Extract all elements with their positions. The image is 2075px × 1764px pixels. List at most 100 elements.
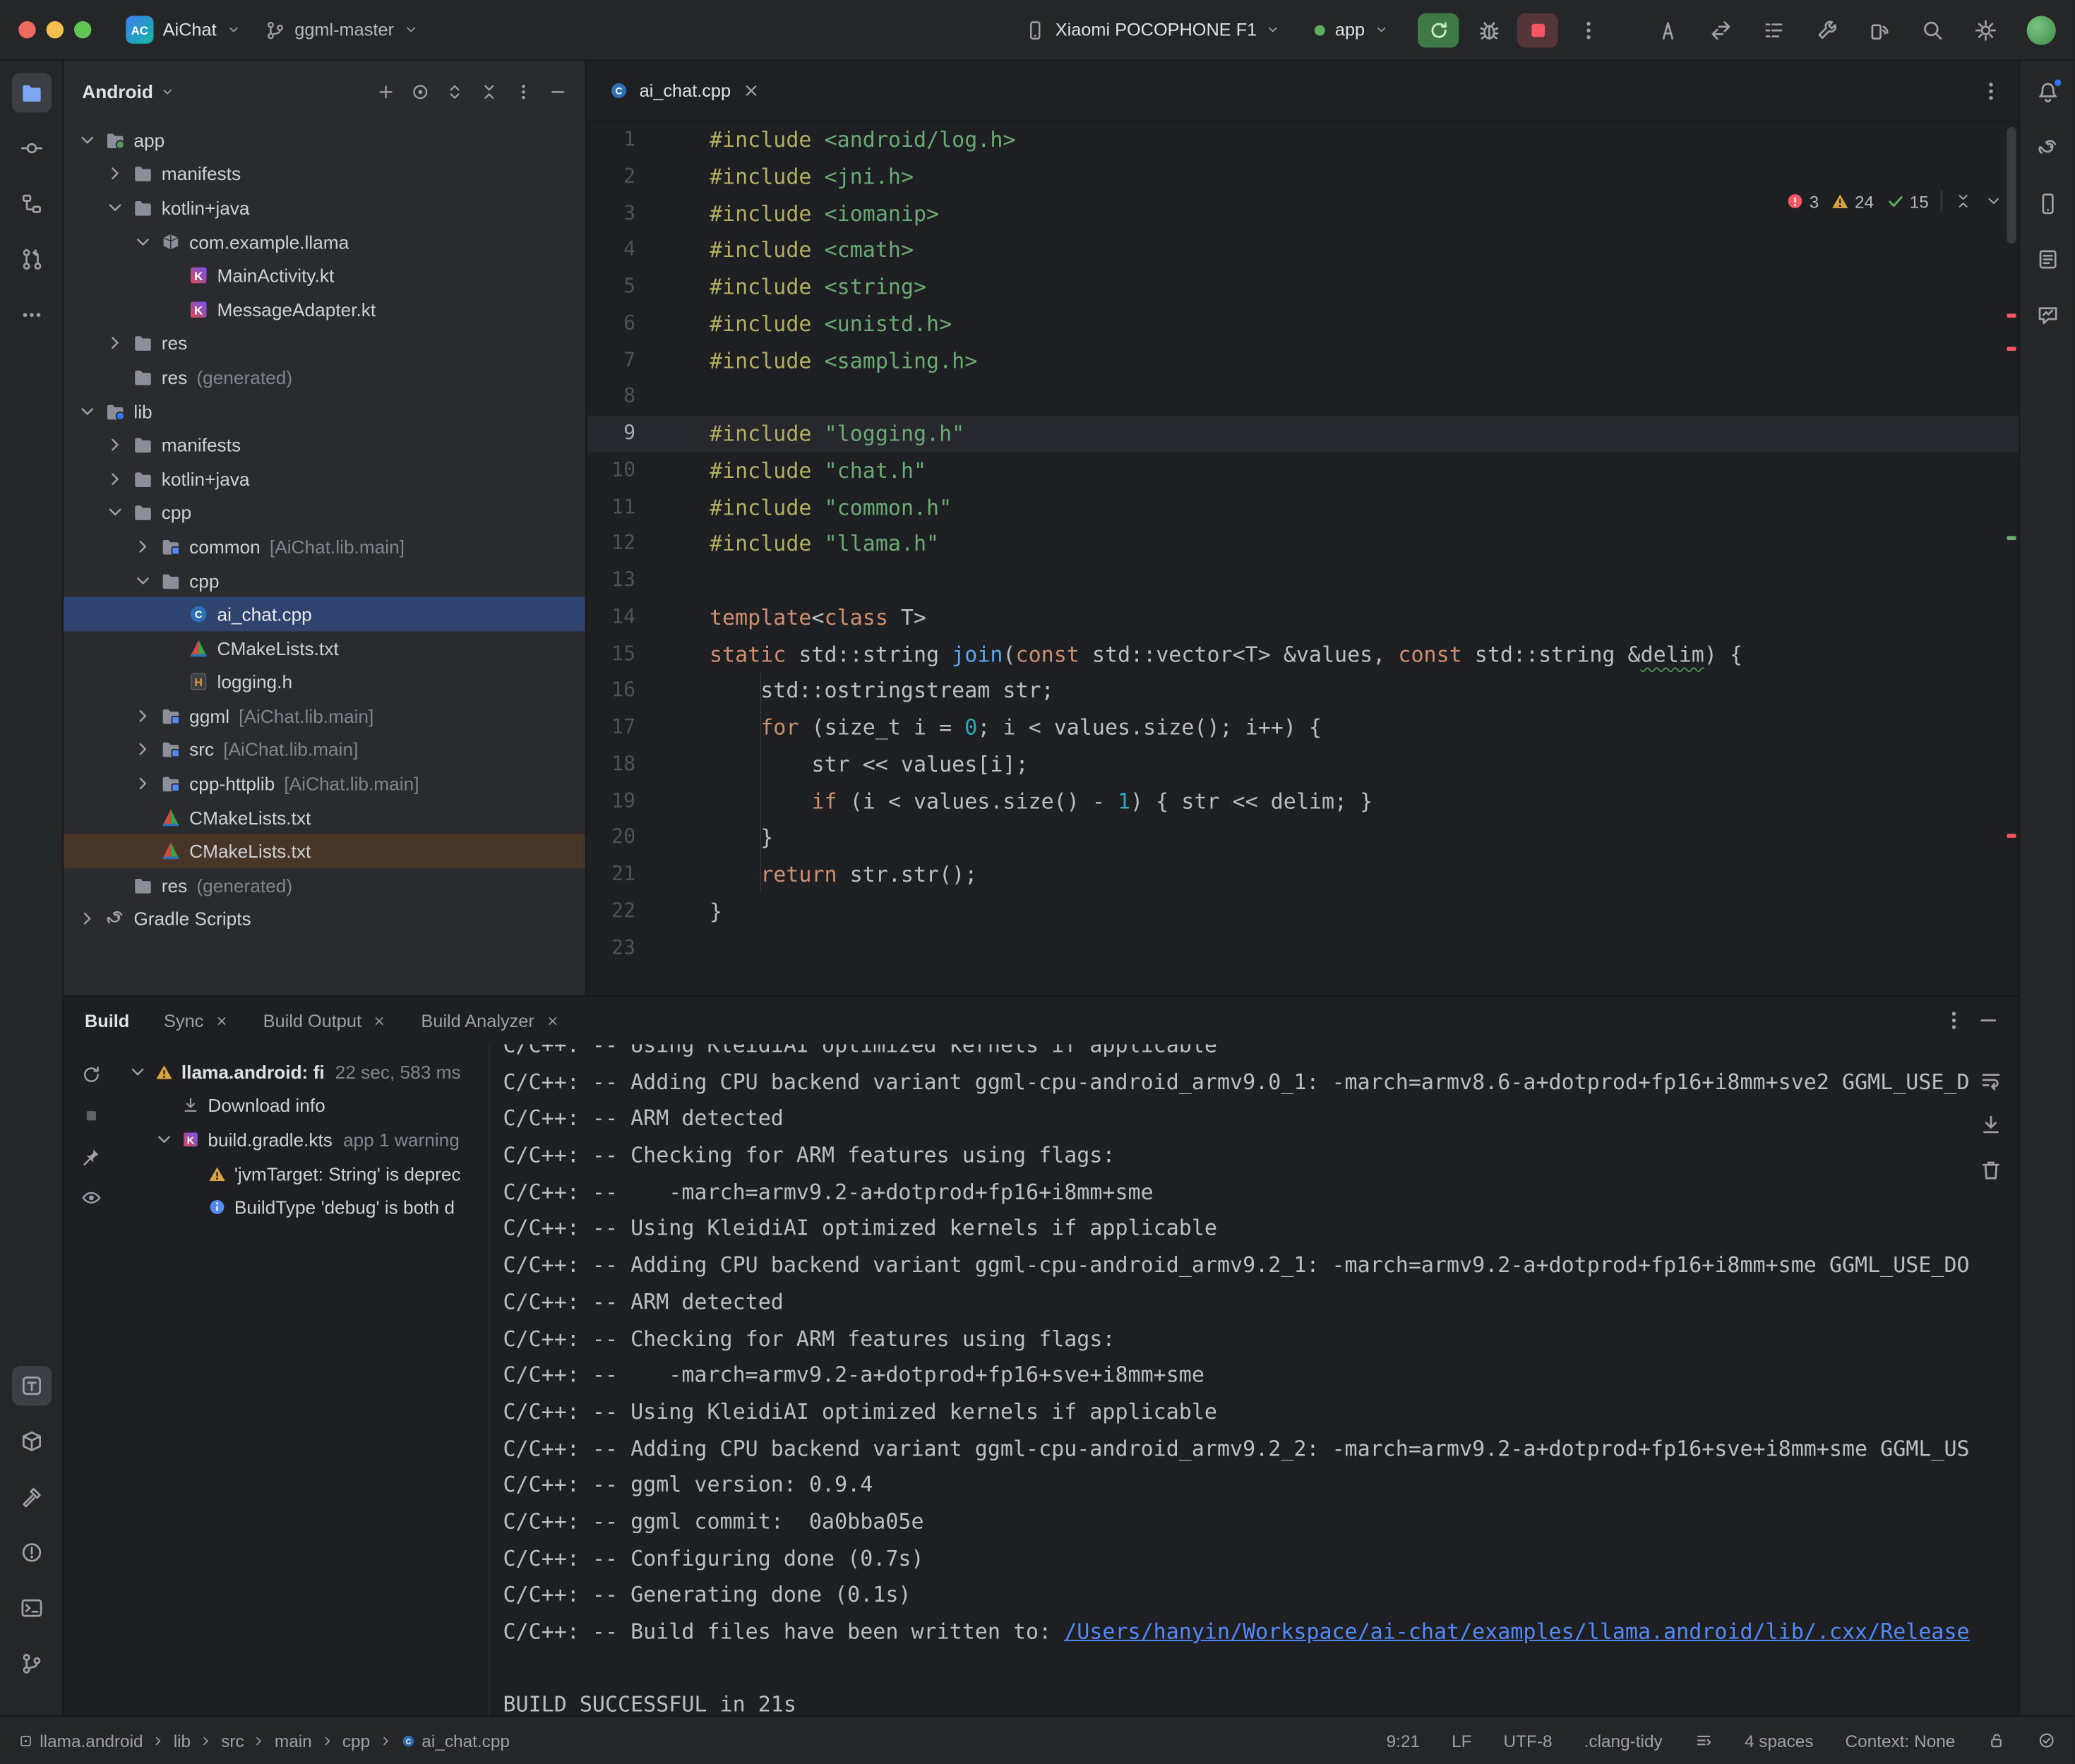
app-insights-button[interactable]: [2028, 295, 2067, 335]
project-tree-item[interactable]: Cai_chat.cpp: [64, 597, 585, 631]
build-tree-item[interactable]: BuildType 'debug' is both d: [124, 1190, 489, 1224]
project-tree-item[interactable]: manifests: [64, 157, 585, 191]
code-line[interactable]: [710, 379, 2000, 416]
chevron-down-icon[interactable]: [154, 1129, 178, 1150]
run-button[interactable]: [1418, 13, 1459, 47]
code-line[interactable]: }: [710, 820, 2000, 856]
breadcrumb-item[interactable]: src: [221, 1731, 244, 1751]
target-button[interactable]: [402, 74, 437, 109]
kebab-button[interactable]: [506, 74, 540, 109]
line-number[interactable]: 18: [588, 746, 705, 783]
line-number[interactable]: 19: [588, 783, 705, 820]
code-line[interactable]: #include "logging.h": [710, 416, 2000, 452]
search-button[interactable]: [1913, 10, 1952, 49]
project-tree-item[interactable]: com.example.llama: [64, 224, 585, 258]
project-tree-item[interactable]: kotlin+java: [64, 462, 585, 496]
line-number[interactable]: 2: [588, 159, 705, 196]
line-number[interactable]: 14: [588, 599, 705, 636]
line-number[interactable]: 12: [588, 526, 705, 563]
build-tab-build[interactable]: Build: [85, 1011, 129, 1031]
project-tree-item[interactable]: KMessageAdapter.kt: [64, 292, 585, 326]
status-inspections-status[interactable]: [2038, 1732, 2056, 1750]
code-line[interactable]: #include <unistd.h>: [710, 306, 2000, 342]
status-line-separator[interactable]: LF: [1452, 1731, 1471, 1751]
scroll-end-button[interactable]: [1974, 1108, 2009, 1142]
project-tree-item[interactable]: manifests: [64, 428, 585, 462]
typos-indicator[interactable]: 15: [1886, 191, 1929, 211]
status-caret-position[interactable]: 9:21: [1387, 1731, 1420, 1751]
project-tree-item[interactable]: ggml[AiChat.lib.main]: [64, 699, 585, 733]
logcat-button[interactable]: [2028, 239, 2067, 279]
project-tree-item[interactable]: res: [64, 326, 585, 360]
commit-button[interactable]: [11, 128, 51, 168]
chevron-right-icon[interactable]: [133, 705, 157, 726]
code-line[interactable]: #include "llama.h": [710, 526, 2000, 563]
minimize-window-button[interactable]: [47, 21, 64, 38]
code-line[interactable]: #include <cmath>: [710, 232, 2000, 269]
build-tree-item[interactable]: Kbuild.gradle.ktsapp 1 warning: [124, 1122, 489, 1156]
line-number[interactable]: 22: [588, 893, 705, 930]
ai-assistant-button[interactable]: [1648, 10, 1687, 49]
breadcrumb-item[interactable]: main: [275, 1731, 312, 1751]
line-number[interactable]: 9: [588, 416, 705, 452]
project-tree-item[interactable]: KMainActivity.kt: [64, 258, 585, 292]
line-number[interactable]: 5: [588, 269, 705, 306]
next-problem-icon[interactable]: [1985, 192, 2003, 210]
code-line[interactable]: #include <jni.h>: [710, 159, 2000, 196]
line-number[interactable]: 17: [588, 709, 705, 746]
device-manager-button[interactable]: [2028, 184, 2067, 224]
pull-requests-button[interactable]: [11, 239, 51, 279]
warnings-indicator[interactable]: 24: [1831, 191, 1874, 211]
status-lock[interactable]: [1987, 1732, 2005, 1750]
collapse-all-button[interactable]: [472, 74, 506, 109]
build-tools-button[interactable]: [1807, 10, 1846, 49]
project-selector[interactable]: AC AiChat: [126, 16, 240, 44]
chevron-right-icon[interactable]: [77, 908, 101, 930]
project-tree-item[interactable]: cpp: [64, 496, 585, 529]
notifications-button[interactable]: [2028, 73, 2067, 112]
line-number[interactable]: 16: [588, 673, 705, 709]
console-link[interactable]: /Users/hanyin/Workspace/ai-chat/examples…: [1064, 1619, 1969, 1644]
project-tree-item[interactable]: app: [64, 123, 585, 157]
stripe-mark[interactable]: [2007, 536, 2016, 540]
gradle-button[interactable]: [2028, 128, 2067, 168]
device-selector[interactable]: Xiaomi POCOPHONE F1: [1025, 19, 1281, 40]
build-tab-sync[interactable]: Sync: [164, 1011, 229, 1031]
minus-button[interactable]: [540, 74, 575, 109]
project-button[interactable]: [11, 73, 51, 112]
code-line[interactable]: #include <android/log.h>: [710, 122, 2000, 159]
close-icon[interactable]: [741, 80, 761, 100]
build-tree-item[interactable]: Download info: [124, 1088, 489, 1122]
code-line[interactable]: for (size_t i = 0; i < values.size(); i+…: [710, 709, 2000, 746]
build-console[interactable]: C/C++: -- Using KleidiAI optimized kerne…: [490, 1044, 2019, 1715]
code-line[interactable]: #include <sampling.h>: [710, 342, 2000, 379]
chevron-right-icon[interactable]: [104, 468, 128, 489]
project-tree-item[interactable]: kotlin+java: [64, 191, 585, 224]
profile-avatar[interactable]: [2027, 16, 2056, 44]
code-line[interactable]: static std::string join(const std::vecto…: [710, 636, 2000, 673]
settings-button[interactable]: [1966, 10, 2005, 49]
code-line[interactable]: #include "chat.h": [710, 452, 2000, 489]
build-tab-build-analyzer[interactable]: Build Analyzer: [421, 1011, 559, 1031]
stop-gray-button[interactable]: [74, 1098, 109, 1133]
inspections-widget[interactable]: 3 24 15: [1786, 191, 2003, 212]
chevron-down-icon[interactable]: [127, 1061, 151, 1082]
status-clang-tidy[interactable]: .clang-tidy: [1584, 1731, 1663, 1751]
project-view-selector[interactable]: Android: [82, 80, 153, 102]
project-tree-item[interactable]: CMakeLists.txt: [64, 800, 585, 834]
expand-all-button[interactable]: [437, 74, 472, 109]
line-number[interactable]: 4: [588, 232, 705, 269]
stop-button[interactable]: [1517, 13, 1558, 47]
project-tree-item[interactable]: src[AiChat.lib.main]: [64, 733, 585, 767]
breadcrumb-item[interactable]: Cai_chat.cpp: [400, 1731, 510, 1751]
errors-indicator[interactable]: 3: [1786, 191, 1819, 211]
soft-wrap-button[interactable]: [1974, 1063, 2009, 1098]
project-tree-item[interactable]: cpp-httplib[AiChat.lib.main]: [64, 767, 585, 800]
code-line[interactable]: [710, 563, 2000, 599]
device-stream-button[interactable]: [1860, 10, 1899, 49]
branch-selector[interactable]: ggml-master: [264, 19, 418, 40]
error-stripe-mark[interactable]: [2007, 834, 2016, 838]
build-tree-item[interactable]: llama.android: fi22 sec, 583 ms: [124, 1055, 489, 1088]
line-number[interactable]: 7: [588, 342, 705, 379]
previous-problem-icon[interactable]: [1954, 192, 1973, 210]
